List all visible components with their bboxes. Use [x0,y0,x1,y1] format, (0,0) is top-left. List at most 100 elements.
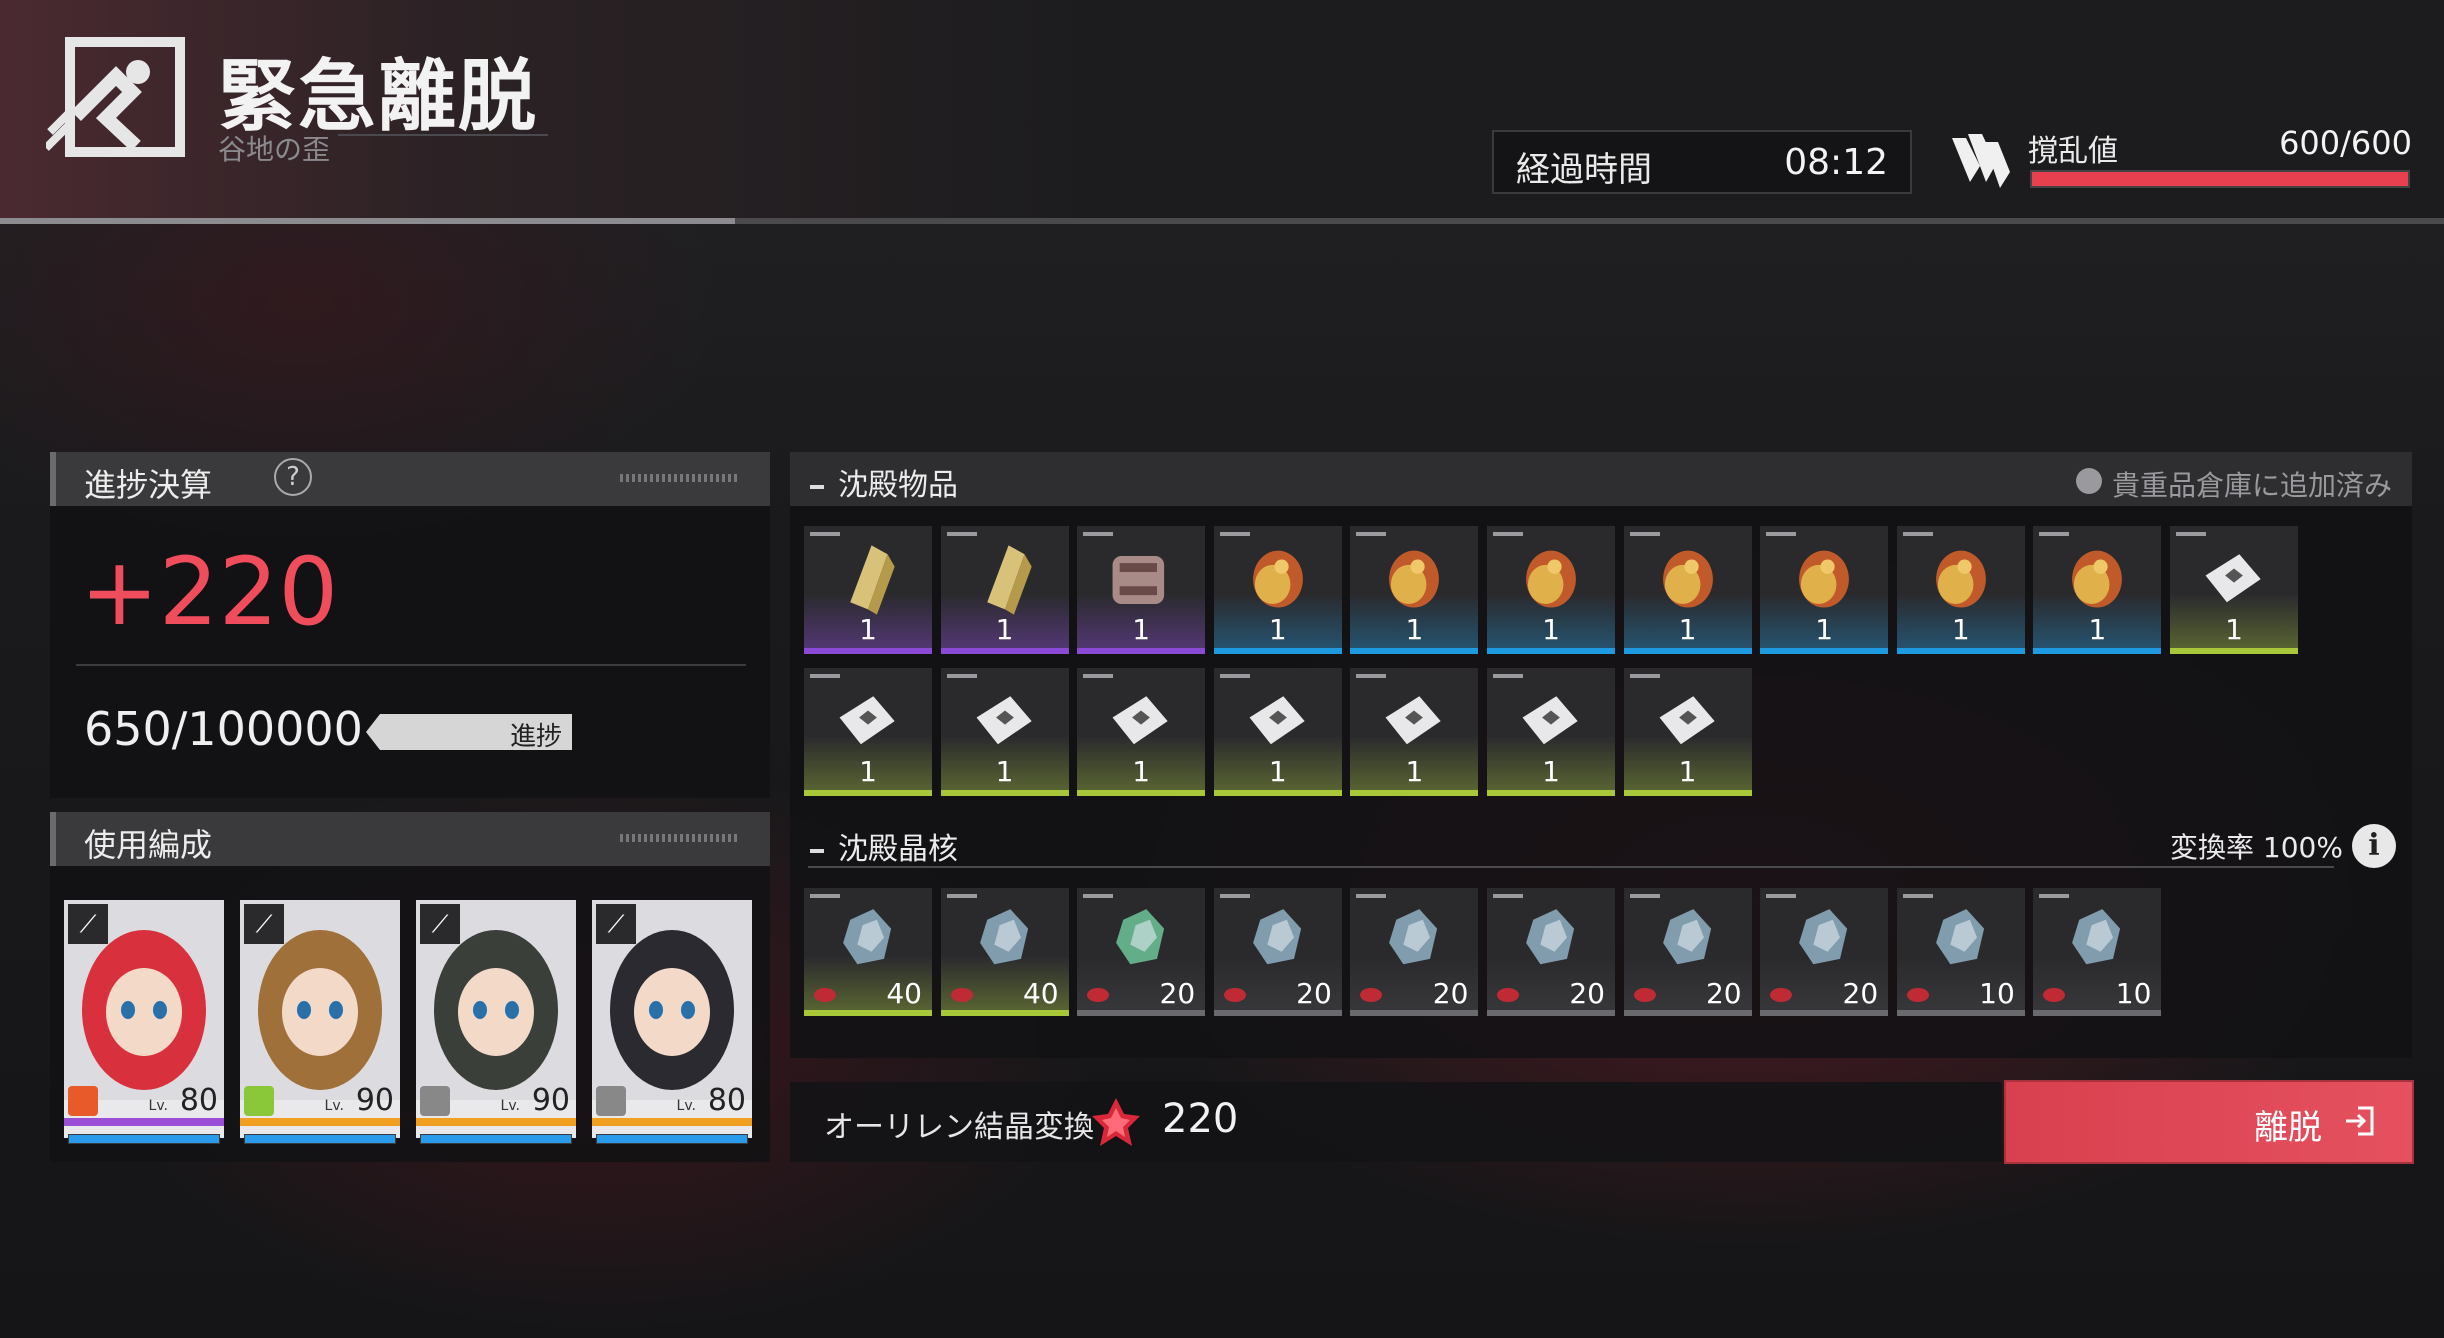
info-icon[interactable]: i [2352,824,2396,868]
item-count: 1 [859,613,877,646]
crystal-item[interactable]: 20 [1487,888,1615,1016]
progress-button[interactable]: 進捗 [366,714,572,750]
tier-strip [1760,648,1889,654]
tier-strip [1487,648,1615,654]
tier-strip [804,790,932,796]
loot-item[interactable]: 1 [940,668,1069,796]
conversion-rate: 変換率 100% [2170,831,2343,864]
crystal-core-icon [843,909,892,965]
element-icon [596,1086,626,1116]
loot-item[interactable]: 1 [2170,526,2298,654]
team-member-card[interactable]: ⟋ Lv. 80 [64,900,224,1138]
escape-logo-icon [46,37,185,157]
team-member-card[interactable]: ⟋ Lv. 90 [240,900,400,1138]
tier-strip [1623,1010,1752,1016]
red-crystal-icon [1092,1098,1140,1146]
exit-icon [2346,1106,2374,1136]
team-member-card[interactable]: ⟋ Lv. 90 [416,900,576,1138]
paper-icon [1249,696,1305,745]
help-icon[interactable]: ? [274,458,312,496]
tier-strip [1487,1010,1615,1016]
paper-icon [976,696,1032,745]
crystal-core-icon [1116,909,1165,965]
item-count: 1 [2225,613,2243,646]
bronze-shell-icon [1252,550,1303,608]
loot-item[interactable]: 1 [1623,526,1752,654]
crystal-count: 20 [1296,977,1332,1010]
level-prefix: Lv. [324,1098,344,1114]
gold-blade-icon [850,545,895,615]
elapsed-time-value: 08:12 [1784,142,1888,183]
chaos-value: 600/600 [2279,124,2412,162]
paper-icon [1385,696,1442,745]
crystal-item[interactable]: 20 [1077,888,1206,1016]
crystal-item[interactable]: 40 [940,888,1069,1016]
level-prefix: Lv. [676,1098,696,1114]
item-count: 1 [1268,613,1287,646]
loot-item[interactable]: 1 [1350,668,1479,796]
item-tag [1083,674,1114,678]
crystal-item[interactable]: 20 [1350,888,1479,1016]
loot-item[interactable]: 1 [804,526,932,654]
item-count: 1 [2088,613,2107,646]
item-tag [1629,894,1660,898]
item-tag [1356,674,1387,678]
element-icon [68,1086,98,1116]
loot-item[interactable]: 1 [1896,526,2025,654]
tier-strip [1077,790,1206,796]
crystal-count: 10 [2115,977,2152,1010]
loot-item[interactable]: 1 [1077,668,1206,796]
item-tag [1629,532,1660,536]
crystal-item[interactable]: 20 [1760,888,1889,1016]
item-count: 1 [1678,755,1697,788]
loot-item[interactable]: 1 [1350,526,1479,654]
loot-item[interactable]: 1 [1213,526,1342,654]
crystal-item[interactable]: 20 [1623,888,1752,1016]
paper-icon [2205,554,2261,603]
item-tag [1356,894,1387,898]
red-flower-icon [1906,988,1929,1002]
tier-strip [1213,1010,1342,1016]
crystal-item[interactable]: 10 [1896,888,2025,1016]
item-tag [2176,532,2206,536]
chaos-bar-fill [2032,172,2408,186]
exit-button[interactable]: 離脱 [2006,1082,2412,1162]
conversion-label: オーリレン結晶変換 [824,1110,1094,1145]
loot-item[interactable]: 1 [2033,526,2162,654]
tier-strip [1213,790,1342,796]
item-tag [810,894,840,898]
item-tag [810,674,840,678]
bronze-shell-icon [2072,550,2123,608]
item-tag [946,894,977,898]
items-title: 沈殿物品 [810,468,958,503]
loot-item[interactable]: 1 [1487,526,1615,654]
loot-item[interactable]: 1 [940,526,1069,654]
item-count: 1 [1405,613,1424,646]
team-member-card[interactable]: ⟋ Lv. 80 [592,900,752,1138]
header-deco [620,474,740,482]
character-level: 90 [355,1083,394,1118]
crystal-core-icon [979,909,1028,965]
loot-item[interactable]: 1 [1077,526,1206,654]
rarity-strip [416,1118,576,1126]
crystal-item[interactable]: 40 [804,888,932,1016]
tier-strip [1077,1010,1206,1016]
loot-item[interactable]: 1 [1213,668,1342,796]
loot-item[interactable]: 1 [1623,668,1752,796]
loot-item[interactable]: 1 [804,668,932,796]
loot-item[interactable]: 1 [1760,526,1889,654]
item-tag [810,532,840,536]
item-tag [1219,894,1250,898]
chaos-bar [2030,170,2410,188]
crystal-item[interactable]: 10 [2033,888,2162,1016]
red-flower-icon [814,988,836,1002]
crystal-core-icon [2072,909,2121,965]
loot-item[interactable]: 1 [1487,668,1615,796]
red-flower-icon [1223,988,1246,1002]
crystal-item[interactable]: 20 [1213,888,1342,1016]
item-count: 1 [1405,755,1424,788]
item-count: 1 [1542,613,1560,646]
crystals-divider [808,866,2334,868]
header-deco [620,834,740,842]
member-hp-bar [244,1134,396,1144]
